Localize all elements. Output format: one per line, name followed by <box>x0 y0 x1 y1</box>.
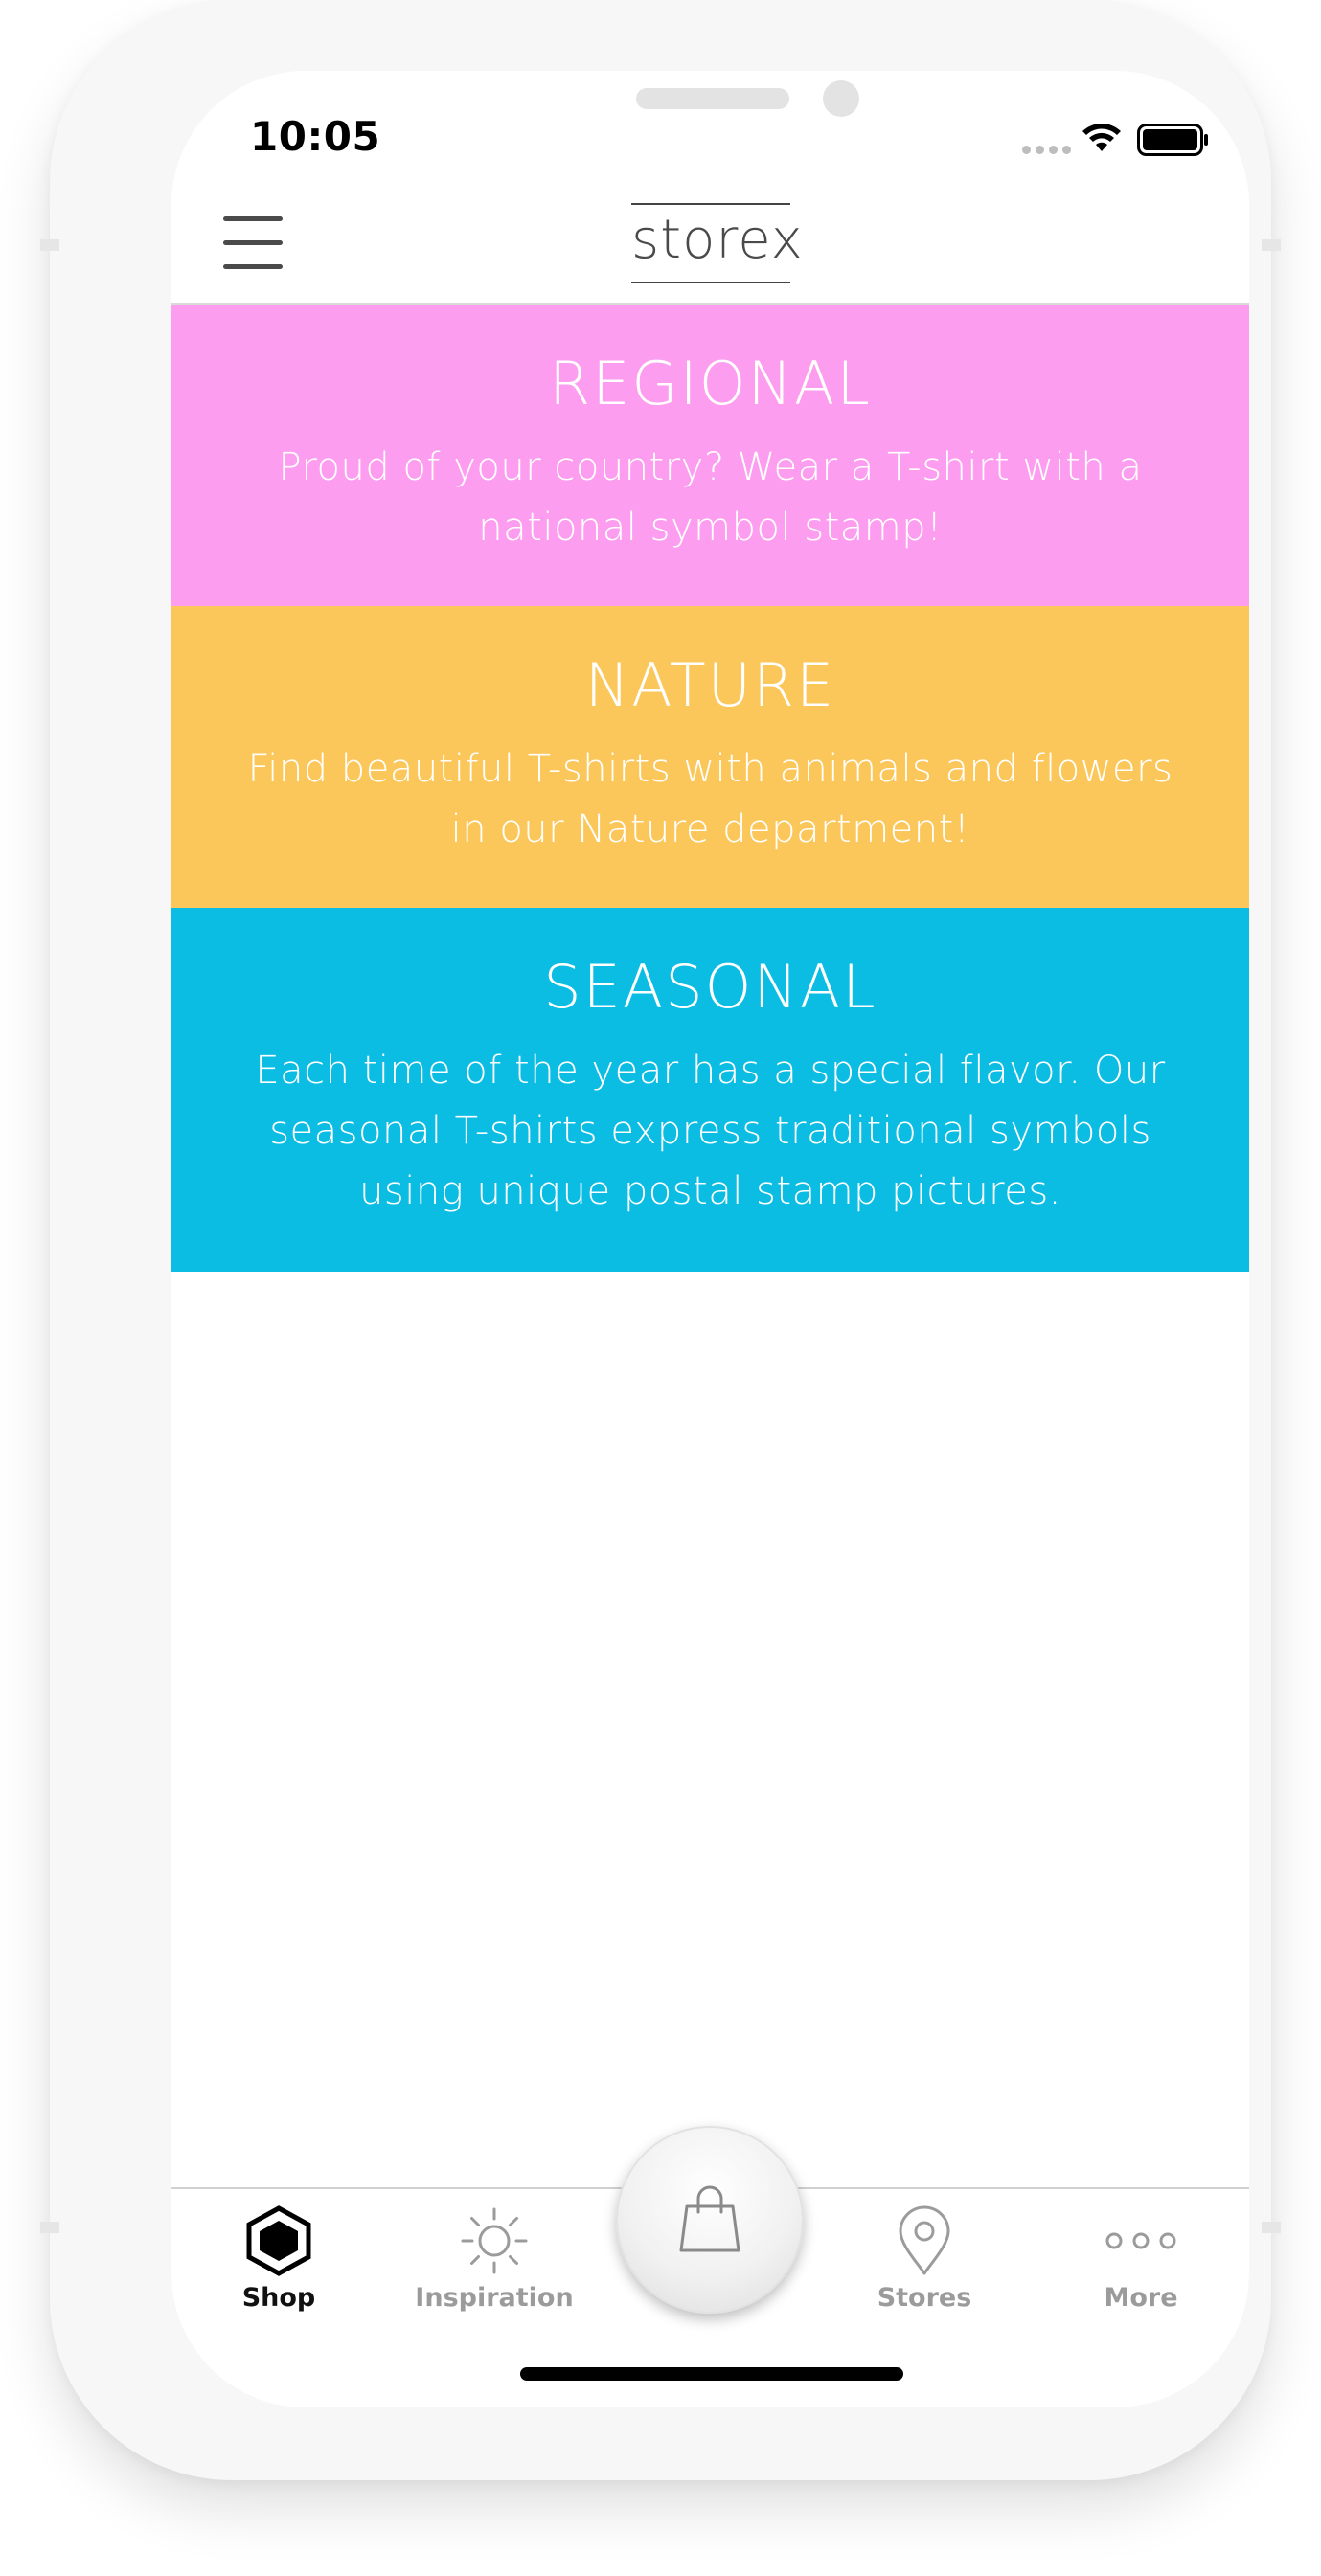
status-time: 10:05 <box>250 113 381 160</box>
category-nature[interactable]: NATURE Find beautiful T-shirts with anim… <box>171 606 1249 908</box>
hexagon-icon <box>246 2205 311 2276</box>
phone-screen: 10:05 storex REGIONAL Proud of your coun… <box>171 71 1249 2407</box>
phone-frame: 10:05 storex REGIONAL Proud of your coun… <box>40 0 1281 2480</box>
tab-stores[interactable]: Stores <box>829 2203 1020 2313</box>
side-button <box>1262 239 1281 251</box>
category-regional[interactable]: REGIONAL Proud of your country? Wear a T… <box>171 305 1249 606</box>
wifi-icon <box>1082 124 1121 151</box>
more-dots-icon <box>1105 2232 1176 2249</box>
location-pin-icon <box>899 2205 950 2275</box>
side-button <box>1262 2222 1281 2233</box>
category-title: REGIONAL <box>549 349 872 418</box>
front-camera <box>823 80 859 117</box>
category-seasonal[interactable]: SEASONAL Each time of the year has a spe… <box>171 908 1249 1272</box>
category-description: Each time of the year has a special flav… <box>255 1049 1166 1213</box>
category-title: NATURE <box>584 650 836 720</box>
side-button <box>40 239 59 251</box>
hamburger-menu-icon[interactable] <box>223 216 283 270</box>
tab-label: Stores <box>877 2283 972 2313</box>
tab-inspiration[interactable]: Inspiration <box>399 2203 590 2313</box>
sun-icon <box>461 2207 528 2274</box>
home-indicator[interactable] <box>520 2367 903 2381</box>
category-title: SEASONAL <box>543 952 877 1022</box>
tab-label: Shop <box>241 2283 316 2313</box>
tab-label: Inspiration <box>415 2283 574 2313</box>
battery-icon <box>1137 124 1208 156</box>
speaker-grille <box>636 88 789 109</box>
tab-label: More <box>1104 2283 1178 2313</box>
tab-shop[interactable]: Shop <box>183 2203 375 2313</box>
side-button <box>40 2222 59 2233</box>
tab-more[interactable]: More <box>1045 2203 1237 2313</box>
cart-button[interactable] <box>616 2126 804 2314</box>
cellular-signal-icon <box>1022 146 1071 154</box>
storex-logo: storex <box>631 203 803 283</box>
category-description: Proud of your country? Wear a T-shirt wi… <box>278 445 1143 550</box>
category-description: Find beautiful T-shirts with animals and… <box>247 747 1173 851</box>
shopping-bag-icon <box>679 2185 740 2252</box>
